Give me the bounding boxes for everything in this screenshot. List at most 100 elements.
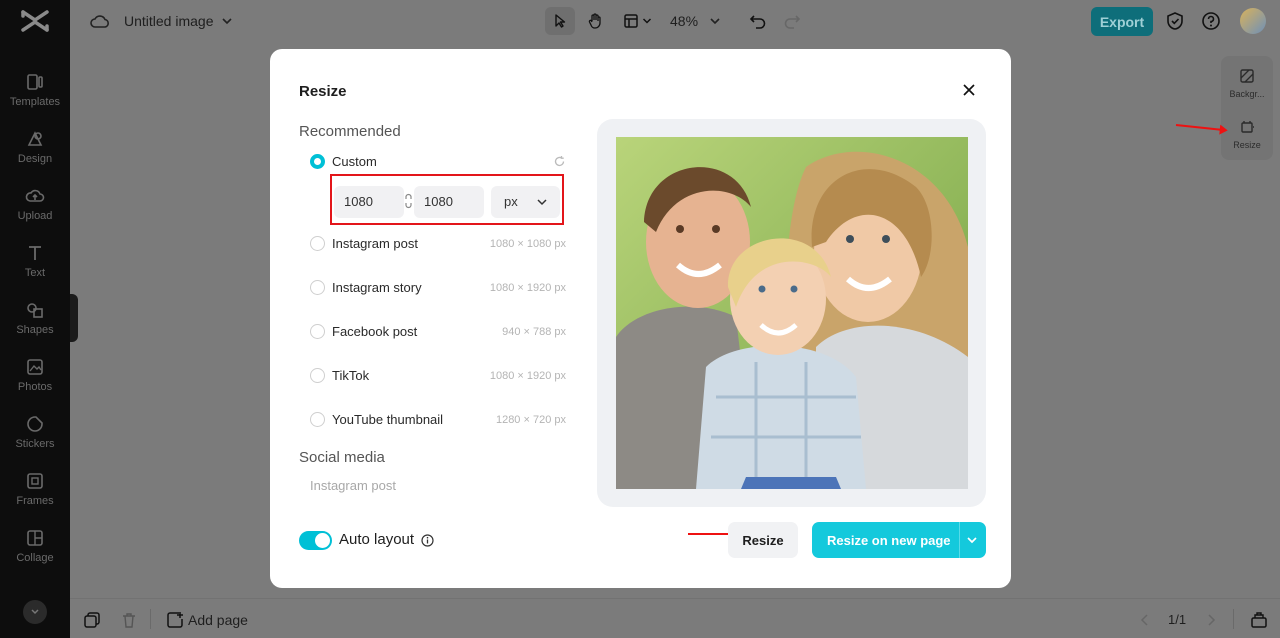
cloud-icon[interactable] — [90, 12, 110, 30]
unit-value: px — [504, 194, 518, 209]
add-page-button[interactable]: Add page — [188, 612, 248, 628]
bottom-bar: Add page 1/1 — [70, 598, 1280, 638]
layout-tool-button[interactable] — [618, 7, 658, 35]
resize-tool-button[interactable]: Resize — [1221, 119, 1273, 150]
option-size: 1080 × 1920 px — [489, 282, 566, 294]
option-label: Instagram post — [332, 236, 418, 251]
chevron-down-icon[interactable] — [708, 14, 722, 28]
radio-instagram-story[interactable] — [310, 280, 325, 295]
frames-icon — [27, 473, 43, 489]
option-label: Facebook post — [332, 324, 418, 339]
chevron-down-icon[interactable] — [220, 14, 234, 28]
app-logo-icon[interactable] — [18, 8, 52, 34]
templates-icon — [27, 74, 43, 90]
chevron-down-icon — [642, 18, 652, 24]
resize-on-new-page-button[interactable]: Resize on new page — [812, 522, 986, 558]
option-size: 1280 × 720 px — [495, 414, 566, 426]
sidebar-item-photos[interactable]: Photos — [0, 355, 70, 407]
chevron-down-icon[interactable] — [966, 534, 978, 546]
preview-image — [616, 137, 968, 489]
sidebar-item-label: Photos — [17, 381, 53, 393]
shield-icon[interactable] — [1165, 11, 1185, 31]
option-size: 1080 × 1080 px — [489, 238, 566, 250]
resize-icon — [1241, 121, 1254, 133]
social-option-instagram-post[interactable]: Instagram post — [310, 478, 396, 493]
redo-icon[interactable] — [782, 11, 802, 31]
pages-panel-icon[interactable] — [1250, 611, 1268, 629]
reset-icon[interactable] — [553, 155, 566, 168]
background-tool-button[interactable]: Backgr... — [1221, 68, 1273, 99]
export-button[interactable]: Export — [1091, 7, 1153, 36]
background-icon — [1240, 69, 1254, 83]
zoom-level[interactable]: 48% — [670, 13, 698, 29]
stickers-icon — [27, 416, 43, 432]
sidebar-item-shapes[interactable]: Shapes — [0, 298, 70, 350]
radio-instagram-post[interactable] — [310, 236, 325, 251]
radio-tiktok[interactable] — [310, 368, 325, 383]
auto-layout-toggle[interactable] — [299, 531, 332, 550]
option-instagram-post[interactable]: Instagram post 1080 × 1080 px — [310, 233, 566, 255]
document-title[interactable]: Untitled image — [124, 13, 214, 29]
family-photo — [616, 137, 968, 489]
chevron-left-icon[interactable] — [1136, 611, 1154, 629]
radio-facebook-post[interactable] — [310, 324, 325, 339]
close-icon[interactable] — [961, 82, 977, 98]
chevron-down-icon — [31, 609, 39, 615]
chevron-right-icon[interactable] — [1202, 611, 1220, 629]
sidebar-item-templates[interactable]: Templates — [0, 70, 70, 122]
social-media-heading: Social media — [299, 449, 385, 466]
duplicate-page-icon[interactable] — [83, 611, 101, 629]
collage-icon — [27, 530, 43, 546]
add-page-icon[interactable] — [166, 611, 184, 629]
sidebar-item-frames[interactable]: Frames — [0, 469, 70, 521]
option-youtube-thumbnail[interactable]: YouTube thumbnail 1280 × 720 px — [310, 409, 566, 431]
sidebar-item-collage[interactable]: Collage — [0, 526, 70, 578]
radio-custom[interactable] — [310, 154, 325, 169]
sidebar-item-stickers[interactable]: Stickers — [0, 412, 70, 464]
sidebar-item-label: Text — [24, 267, 46, 279]
text-icon — [29, 246, 41, 260]
shapes-icon — [27, 303, 43, 318]
width-input[interactable] — [334, 186, 404, 218]
sidebar-item-label: Templates — [9, 96, 61, 108]
info-icon[interactable] — [421, 534, 434, 547]
height-input[interactable] — [414, 186, 484, 218]
undo-icon[interactable] — [748, 11, 768, 31]
divider — [1233, 609, 1234, 629]
chevron-down-icon — [537, 199, 547, 206]
annotation-arrow — [1175, 124, 1226, 132]
divider — [150, 609, 151, 629]
dialog-title: Resize — [299, 83, 347, 100]
cursor-icon — [555, 14, 566, 28]
option-size: 1080 × 1920 px — [489, 370, 566, 382]
trash-icon[interactable] — [120, 611, 138, 629]
resize-button[interactable]: Resize — [728, 522, 798, 558]
resize-on-new-page-label: Resize on new page — [827, 533, 951, 548]
help-icon[interactable] — [1201, 11, 1221, 31]
hand-tool-button[interactable] — [582, 7, 610, 35]
link-icon[interactable] — [404, 193, 413, 209]
layout-icon — [624, 14, 638, 28]
sidebar-item-label: Upload — [17, 210, 53, 222]
sidebar-item-text[interactable]: Text — [0, 241, 70, 293]
select-tool-button[interactable] — [545, 7, 575, 35]
option-tiktok[interactable]: TikTok 1080 × 1920 px — [310, 365, 566, 387]
hand-icon — [588, 13, 601, 29]
radio-youtube-thumbnail[interactable] — [310, 412, 325, 427]
option-custom[interactable]: Custom — [310, 151, 566, 173]
option-label: Instagram story — [332, 280, 422, 295]
sidebar-collapse-handle[interactable] — [70, 294, 78, 342]
avatar[interactable] — [1240, 8, 1266, 34]
option-label: TikTok — [332, 368, 370, 383]
sidebar-item-label: Stickers — [15, 438, 55, 450]
sidebar-expand-button[interactable] — [23, 600, 47, 624]
preview-panel — [597, 119, 986, 507]
unit-select[interactable]: px — [491, 186, 560, 218]
option-facebook-post[interactable]: Facebook post 940 × 788 px — [310, 321, 566, 343]
option-instagram-story[interactable]: Instagram story 1080 × 1920 px — [310, 277, 566, 299]
upload-icon — [25, 189, 45, 202]
right-tool-panel: Backgr... Resize — [1221, 56, 1273, 160]
background-tool-label: Backgr... — [1229, 89, 1265, 99]
sidebar-item-upload[interactable]: Upload — [0, 184, 70, 236]
sidebar-item-design[interactable]: Design — [0, 127, 70, 179]
